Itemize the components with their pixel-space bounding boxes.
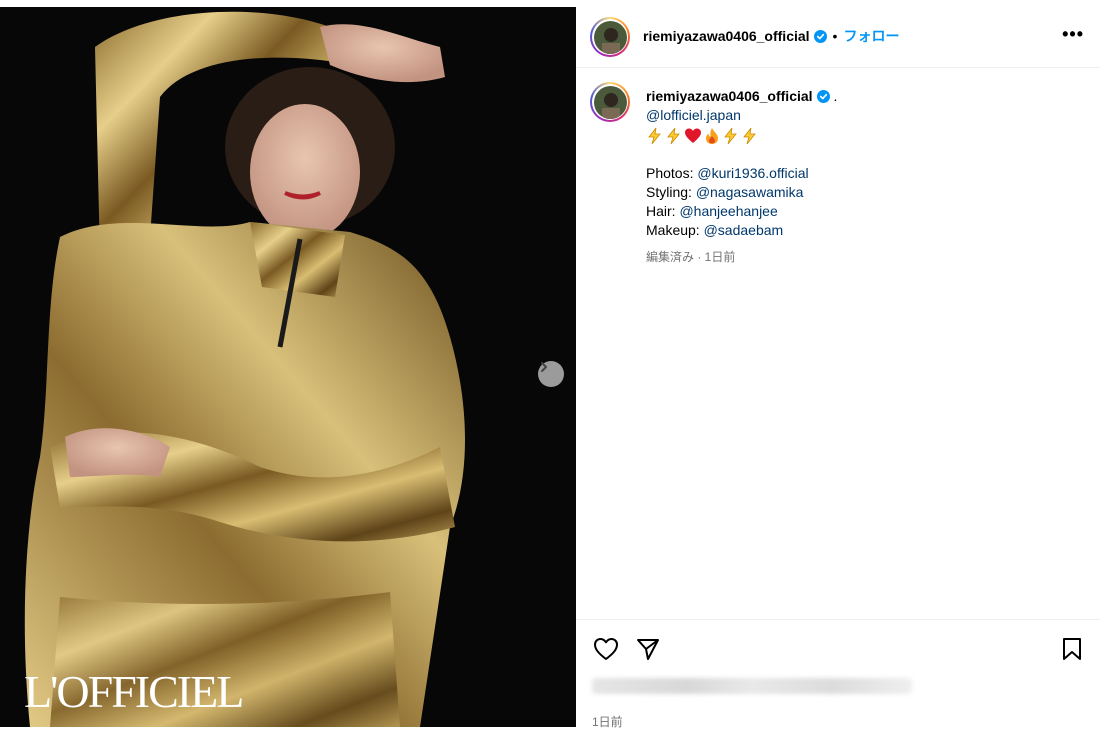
credit-handle-link[interactable]: @nagasawamika [696,184,804,200]
credit-line: Styling: @nagasawamika [646,183,1076,202]
likes-count-blurred [592,678,912,694]
caption-first-text: . [833,88,838,104]
post-actions: 1日前 [576,619,1100,730]
credit-handle-link[interactable]: @kuri1936.official [697,165,808,181]
post-side-panel: riemiyazawa0406_official • フォロー ••• riemiy… [576,7,1100,730]
send-icon [637,639,659,660]
caption-username[interactable]: riemiyazawa0406_official [646,88,813,104]
follow-button[interactable]: フォロー [843,28,899,44]
credit-line: Makeup: @sadaebam [646,221,1076,240]
heart-outline-icon [594,638,618,660]
avatar-image [593,20,627,54]
lightning-icon [667,127,680,145]
bookmark-icon [1063,638,1081,660]
like-button[interactable] [593,637,619,666]
share-button[interactable] [636,637,660,666]
post-caption: riemiyazawa0406_official . @lofficiel.ja… [646,87,1076,267]
caption-first-line: riemiyazawa0406_official . [646,87,1076,106]
header-separator: • [832,28,838,44]
chevron-right-icon [541,362,547,372]
heart-icon [685,128,701,143]
carousel-next-button[interactable] [538,361,564,387]
verified-badge-icon [816,90,830,103]
credit-handle-link[interactable]: @sadaebam [704,222,784,238]
post-image[interactable]: L'OFFICIEL [0,7,576,727]
caption-avatar[interactable] [590,82,630,122]
lightning-icon [648,127,661,145]
verified-badge-icon [813,30,827,43]
lightning-icon [724,127,737,145]
credit-line: Photos: @kuri1936.official [646,164,1076,183]
post-time[interactable]: 1日前 [592,713,623,730]
avatar-image [593,85,627,119]
caption-meta: 編集済み · 1日前 [646,250,736,264]
credit-label: Hair: [646,203,676,219]
emoji-row [646,126,1076,146]
lightning-icon [743,127,756,145]
credit-label: Photos: [646,165,694,181]
mention-link[interactable]: @lofficiel.japan [646,107,741,123]
save-button[interactable] [1061,637,1083,666]
credit-label: Makeup: [646,222,700,238]
lofficiel-watermark: L'OFFICIEL [24,666,244,717]
header-user-line: riemiyazawa0406_official • フォロー [643,26,899,46]
header-username[interactable]: riemiyazawa0406_official [643,28,810,44]
credit-handle-link[interactable]: @hanjeehanjee [679,203,777,219]
credit-line: Hair: @hanjeehanjee [646,202,1076,221]
credit-label: Styling: [646,184,692,200]
fire-icon [706,128,718,144]
post-header: riemiyazawa0406_official • フォロー ••• [576,7,1100,68]
more-options-button[interactable]: ••• [1062,25,1084,43]
post-photo-illustration [0,7,576,727]
header-avatar[interactable] [590,17,630,57]
